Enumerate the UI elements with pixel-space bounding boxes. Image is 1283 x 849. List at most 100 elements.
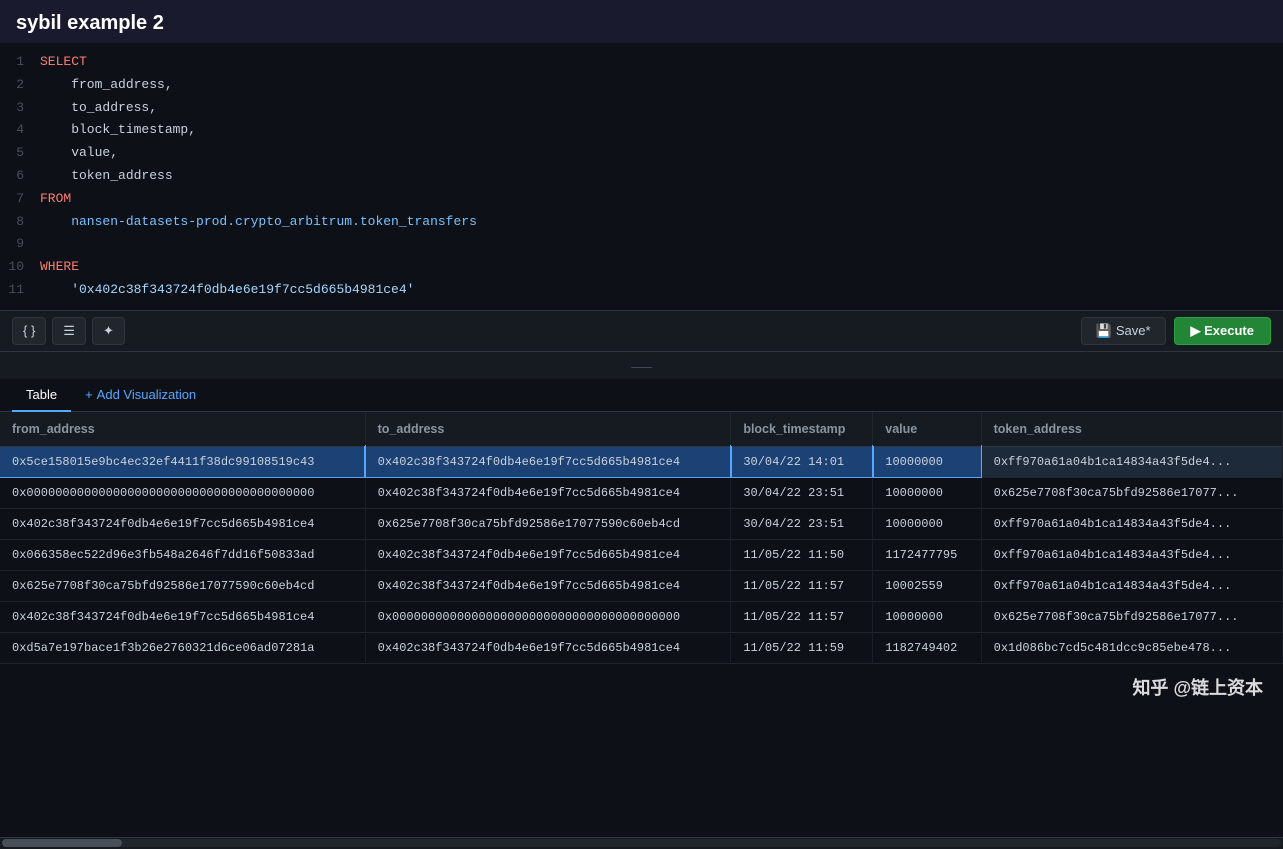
col-header-value: value bbox=[873, 412, 981, 447]
code-content-2: from_address, bbox=[40, 75, 173, 96]
code-line-3: 3 to_address, bbox=[0, 97, 1283, 120]
drag-handle-icon: ⸺ bbox=[631, 360, 653, 375]
cell-from_address: 0x00000000000000000000000000000000000000… bbox=[0, 477, 365, 508]
code-line-10: 10 WHERE bbox=[0, 256, 1283, 279]
line-number-3: 3 bbox=[0, 98, 40, 119]
code-content-1: SELECT bbox=[40, 52, 87, 73]
results-table: from_address to_address block_timestamp … bbox=[0, 412, 1283, 664]
tab-table-label: Table bbox=[26, 387, 57, 402]
line-number-6: 6 bbox=[0, 166, 40, 187]
code-line-9: 9 bbox=[0, 233, 1283, 256]
code-line-2: 2 from_address, bbox=[0, 74, 1283, 97]
tab-table[interactable]: Table bbox=[12, 379, 71, 412]
cell-token_address: 0xff970a61a04b1ca14834a43f5de4... bbox=[981, 446, 1282, 477]
json-icon: { } bbox=[23, 323, 35, 338]
cell-from_address: 0x402c38f343724f0db4e6e19f7cc5d665b4981c… bbox=[0, 508, 365, 539]
line-number-1: 1 bbox=[0, 52, 40, 73]
col-header-token-address: token_address bbox=[981, 412, 1282, 447]
code-editor[interactable]: 1 SELECT 2 from_address, 3 to_address, 4… bbox=[0, 43, 1283, 311]
cell-to_address: 0x402c38f343724f0db4e6e19f7cc5d665b4981c… bbox=[365, 446, 731, 477]
cell-token_address: 0x1d086bc7cd5c481dcc9c85ebe478... bbox=[981, 632, 1282, 663]
page-title: sybil example 2 bbox=[16, 12, 1267, 35]
cell-token_address: 0x625e7708f30ca75bfd92586e17077... bbox=[981, 477, 1282, 508]
line-number-4: 4 bbox=[0, 120, 40, 141]
table-row: 0x402c38f343724f0db4e6e19f7cc5d665b4981c… bbox=[0, 508, 1283, 539]
col-header-block-timestamp: block_timestamp bbox=[731, 412, 873, 447]
cell-block_timestamp: 11/05/22 11:57 bbox=[731, 601, 873, 632]
line-number-7: 7 bbox=[0, 189, 40, 210]
add-viz-label: Add Visualization bbox=[97, 387, 197, 402]
line-number-2: 2 bbox=[0, 75, 40, 96]
code-line-5: 5 value, bbox=[0, 142, 1283, 165]
code-content-6: token_address bbox=[40, 166, 173, 187]
code-content-8: nansen-datasets-prod.crypto_arbitrum.tok… bbox=[40, 212, 477, 233]
drag-handle[interactable]: ⸺ bbox=[0, 352, 1283, 379]
cell-value: 10000000 bbox=[873, 477, 981, 508]
code-content-3: to_address, bbox=[40, 98, 157, 119]
code-line-8: 8 nansen-datasets-prod.crypto_arbitrum.t… bbox=[0, 211, 1283, 234]
editor-toolbar: { } ☰ ✦ 💾 Save* ▶ Execute bbox=[0, 311, 1283, 352]
star-button[interactable]: ✦ bbox=[92, 317, 125, 345]
cell-block_timestamp: 30/04/22 14:01 bbox=[731, 446, 873, 477]
table-format-button[interactable]: ☰ bbox=[52, 317, 86, 345]
cell-token_address: 0xff970a61a04b1ca14834a43f5de4... bbox=[981, 508, 1282, 539]
plus-icon: + bbox=[85, 387, 93, 402]
code-line-1: 1 SELECT bbox=[0, 51, 1283, 74]
table-header-row: from_address to_address block_timestamp … bbox=[0, 412, 1283, 447]
cell-from_address: 0xd5a7e197bace1f3b26e2760321d6ce06ad0728… bbox=[0, 632, 365, 663]
toolbar-right: 💾 Save* ▶ Execute bbox=[1081, 317, 1271, 345]
cell-from_address: 0x625e7708f30ca75bfd92586e17077590c60eb4… bbox=[0, 570, 365, 601]
line-number-5: 5 bbox=[0, 143, 40, 164]
execute-button[interactable]: ▶ Execute bbox=[1174, 317, 1271, 345]
table-icon: ☰ bbox=[63, 323, 75, 339]
cell-value: 1182749402 bbox=[873, 632, 981, 663]
watermark: 知乎 @链上资本 bbox=[1132, 674, 1263, 700]
code-line-4: 4 block_timestamp, bbox=[0, 119, 1283, 142]
code-line-7: 7 FROM bbox=[0, 188, 1283, 211]
table-row: 0x402c38f343724f0db4e6e19f7cc5d665b4981c… bbox=[0, 601, 1283, 632]
col-header-from-address: from_address bbox=[0, 412, 365, 447]
results-table-container[interactable]: from_address to_address block_timestamp … bbox=[0, 412, 1283, 837]
code-content-4: block_timestamp, bbox=[40, 120, 196, 141]
results-tabs: Table + Add Visualization bbox=[0, 379, 1283, 412]
cell-value: 10000000 bbox=[873, 508, 981, 539]
cell-block_timestamp: 30/04/22 23:51 bbox=[731, 477, 873, 508]
execute-label: ▶ Execute bbox=[1191, 323, 1254, 339]
code-content-10: WHERE bbox=[40, 257, 79, 278]
cell-to_address: 0x00000000000000000000000000000000000000… bbox=[365, 601, 731, 632]
code-line-11: 11 '0x402c38f343724f0db4e6e19f7cc5d665b4… bbox=[0, 279, 1283, 302]
cell-to_address: 0x625e7708f30ca75bfd92586e17077590c60eb4… bbox=[365, 508, 731, 539]
table-row: 0xd5a7e197bace1f3b26e2760321d6ce06ad0728… bbox=[0, 632, 1283, 663]
cell-from_address: 0x066358ec522d96e3fb548a2646f7dd16f50833… bbox=[0, 539, 365, 570]
cell-token_address: 0xff970a61a04b1ca14834a43f5de4... bbox=[981, 539, 1282, 570]
json-format-button[interactable]: { } bbox=[12, 317, 46, 345]
cell-to_address: 0x402c38f343724f0db4e6e19f7cc5d665b4981c… bbox=[365, 632, 731, 663]
save-icon: 💾 bbox=[1096, 323, 1112, 339]
cell-to_address: 0x402c38f343724f0db4e6e19f7cc5d665b4981c… bbox=[365, 570, 731, 601]
toolbar-left: { } ☰ ✦ bbox=[12, 317, 125, 345]
table-row: 0x625e7708f30ca75bfd92586e17077590c60eb4… bbox=[0, 570, 1283, 601]
cell-value: 1172477795 bbox=[873, 539, 981, 570]
code-content-11: '0x402c38f343724f0db4e6e19f7cc5d665b4981… bbox=[40, 280, 414, 301]
line-number-11: 11 bbox=[0, 280, 40, 301]
cell-value: 10000000 bbox=[873, 601, 981, 632]
cell-value: 10000000 bbox=[873, 446, 981, 477]
table-row: 0x066358ec522d96e3fb548a2646f7dd16f50833… bbox=[0, 539, 1283, 570]
cell-from_address: 0x402c38f343724f0db4e6e19f7cc5d665b4981c… bbox=[0, 601, 365, 632]
cell-token_address: 0xff970a61a04b1ca14834a43f5de4... bbox=[981, 570, 1282, 601]
table-row: 0x5ce158015e9bc4ec32ef4411f38dc99108519c… bbox=[0, 446, 1283, 477]
scrollbar-thumb[interactable] bbox=[2, 839, 122, 847]
cell-token_address: 0x625e7708f30ca75bfd92586e17077... bbox=[981, 601, 1282, 632]
horizontal-scrollbar[interactable] bbox=[0, 837, 1283, 849]
star-icon: ✦ bbox=[103, 323, 114, 339]
save-label: Save* bbox=[1116, 323, 1151, 338]
save-button[interactable]: 💾 Save* bbox=[1081, 317, 1166, 345]
code-content-7: FROM bbox=[40, 189, 71, 210]
code-line-6: 6 token_address bbox=[0, 165, 1283, 188]
scrollbar-track bbox=[2, 839, 1281, 847]
add-visualization-button[interactable]: + Add Visualization bbox=[75, 379, 206, 410]
cell-from_address: 0x5ce158015e9bc4ec32ef4411f38dc99108519c… bbox=[0, 446, 365, 477]
cell-to_address: 0x402c38f343724f0db4e6e19f7cc5d665b4981c… bbox=[365, 539, 731, 570]
cell-block_timestamp: 30/04/22 23:51 bbox=[731, 508, 873, 539]
cell-value: 10002559 bbox=[873, 570, 981, 601]
